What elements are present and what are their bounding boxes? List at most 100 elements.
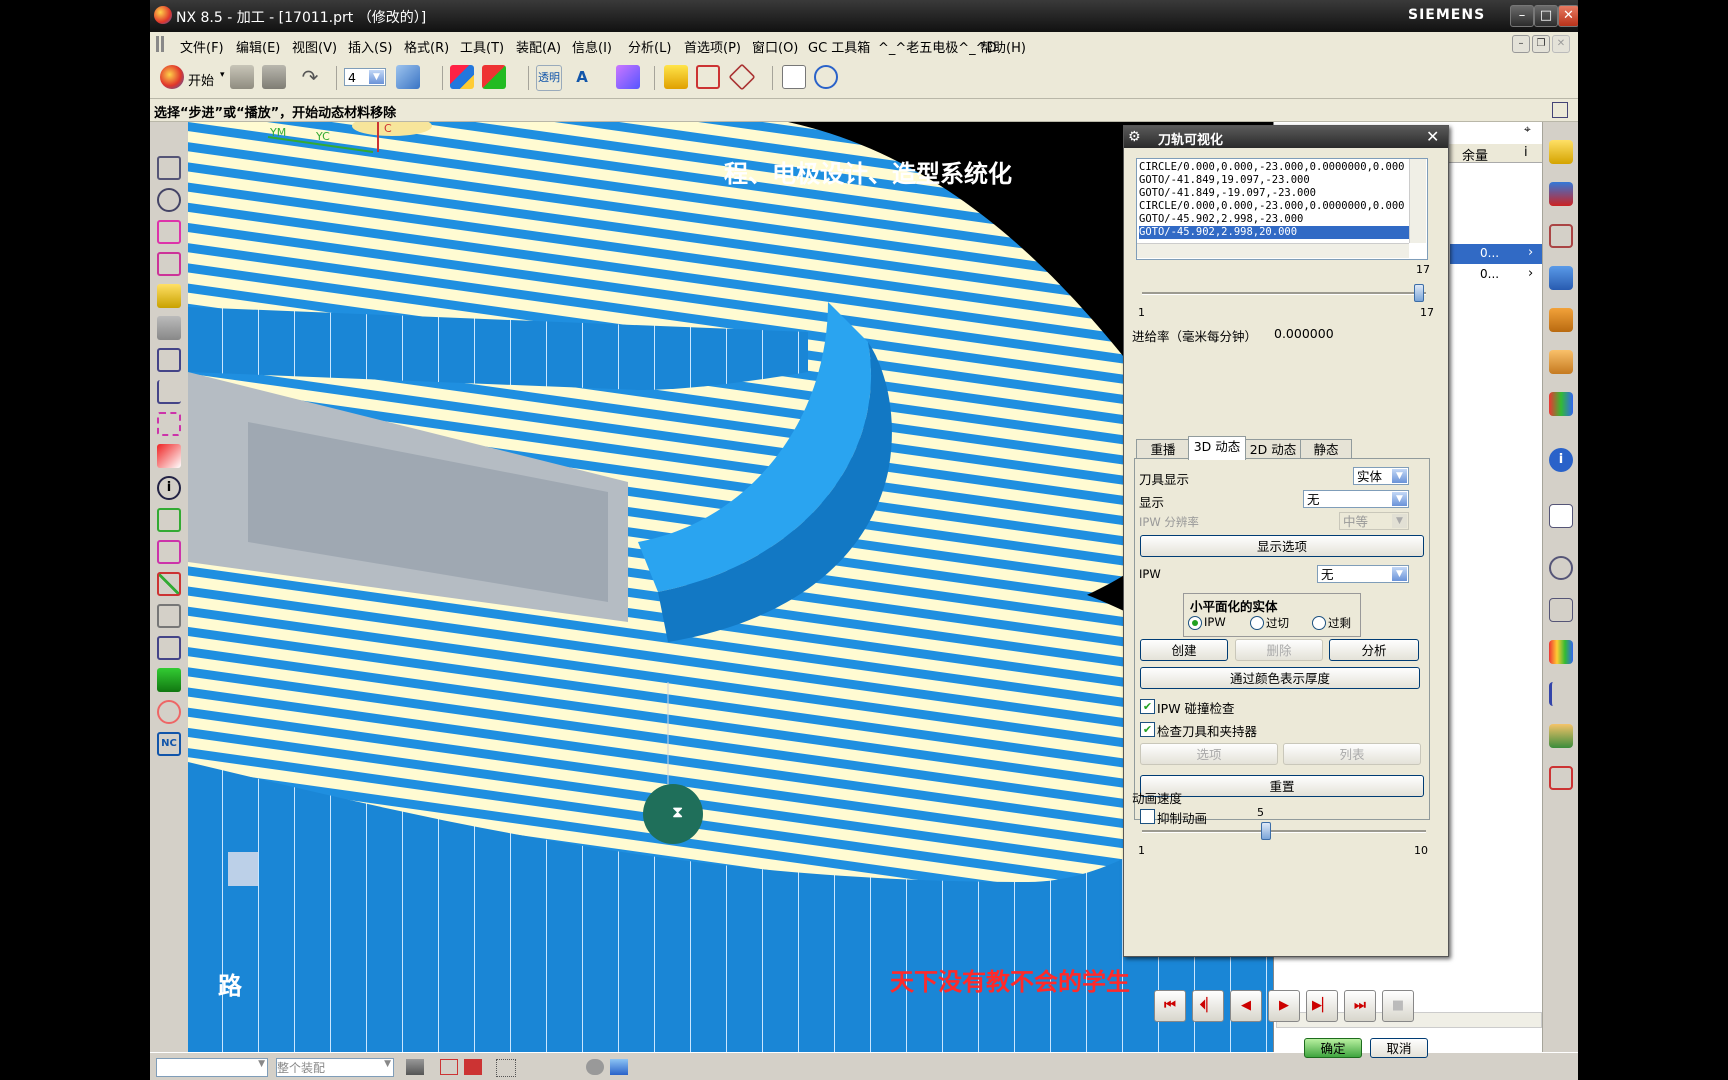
roles-icon[interactable]: [1549, 724, 1573, 748]
color-icon[interactable]: [450, 65, 474, 89]
snap-point-icon[interactable]: [464, 1059, 482, 1075]
save-icon[interactable]: [262, 65, 286, 89]
display-options-button[interactable]: 显示选项: [1140, 535, 1424, 557]
radio-excess[interactable]: [1312, 616, 1326, 630]
print-icon[interactable]: [1549, 766, 1573, 790]
text-annotation-icon[interactable]: A: [570, 65, 594, 89]
info-icon[interactable]: i: [157, 476, 181, 500]
cube-icon[interactable]: [610, 1059, 628, 1075]
cycle-icon[interactable]: [157, 700, 181, 724]
step-slider-thumb[interactable]: [1414, 284, 1424, 302]
transparent-icon[interactable]: 透明: [536, 65, 562, 91]
create-method-icon[interactable]: [157, 252, 181, 276]
history-icon[interactable]: [1549, 556, 1573, 580]
ipw-collision-checkbox[interactable]: ✔: [1140, 699, 1155, 714]
navigator-row[interactable]: 0... ›: [1450, 265, 1542, 285]
menu-analysis[interactable]: 分析(L): [628, 37, 671, 56]
section-icon[interactable]: [728, 63, 756, 91]
start-label[interactable]: 开始: [188, 70, 214, 89]
menu-insert[interactable]: 插入(S): [348, 37, 392, 56]
reset-button[interactable]: 重置: [1140, 775, 1424, 797]
step-back-operation-button[interactable]: ⏴▏: [1192, 990, 1224, 1022]
create-program-icon[interactable]: [157, 156, 181, 180]
tool-nav-icon[interactable]: [1549, 682, 1573, 706]
maximize-button[interactable]: □: [1534, 5, 1558, 27]
menu-edit[interactable]: 编辑(E): [236, 37, 280, 56]
nc-icon[interactable]: NC: [157, 732, 181, 756]
ipw-select[interactable]: 无 ▼: [1317, 565, 1409, 583]
check-holder-checkbox[interactable]: ✔: [1140, 722, 1155, 737]
verify-toolpath-icon[interactable]: [157, 412, 181, 436]
document-icon[interactable]: [1549, 504, 1573, 528]
postprocess-icon[interactable]: [157, 508, 181, 532]
menu-window[interactable]: 窗口(O): [752, 37, 798, 56]
edit-object-display-icon[interactable]: [482, 65, 506, 89]
tab-2d-dynamic[interactable]: 2D 动态: [1244, 439, 1302, 460]
ipw-resolution-select[interactable]: 中等 ▼: [1339, 512, 1409, 530]
tab-replay[interactable]: 重播: [1136, 439, 1190, 460]
play-button[interactable]: ▶: [1268, 990, 1300, 1022]
thickness-color-button[interactable]: 通过颜色表示厚度: [1140, 667, 1420, 689]
start-dropdown-icon[interactable]: ▾: [220, 70, 225, 80]
tab-static[interactable]: 静态: [1300, 439, 1352, 460]
layers-icon[interactable]: [157, 348, 181, 372]
step-slider-track[interactable]: [1142, 292, 1426, 295]
play-reverse-button[interactable]: ◀: [1230, 990, 1262, 1022]
point-icon[interactable]: [440, 1059, 458, 1075]
tool-display-select[interactable]: 实体 ▼: [1353, 467, 1409, 485]
generate-toolpath-icon[interactable]: [157, 316, 181, 340]
create-button[interactable]: 创建: [1140, 639, 1228, 661]
reuse-library-icon[interactable]: [1549, 308, 1573, 332]
gear-icon[interactable]: ⚙: [1128, 129, 1141, 145]
anim-slider-track[interactable]: [1142, 830, 1426, 833]
radio-overcut[interactable]: [1250, 616, 1264, 630]
operation-nav-icon[interactable]: [1549, 266, 1573, 290]
dialog-close-icon[interactable]: ✕: [1426, 127, 1439, 146]
menu-tools[interactable]: 工具(T): [460, 37, 504, 56]
create-operation-icon[interactable]: [157, 284, 181, 308]
brush-icon[interactable]: [664, 65, 688, 89]
tab-3d-dynamic[interactable]: 3D 动态: [1188, 436, 1246, 460]
shaded-icon[interactable]: [586, 1059, 604, 1075]
radio-ipw[interactable]: [1188, 616, 1202, 630]
constraint-nav-icon[interactable]: [1549, 182, 1573, 206]
menu-gc-toolbox[interactable]: GC 工具箱: [808, 37, 870, 56]
listing-vscroll[interactable]: [1409, 159, 1426, 243]
close-button[interactable]: ✕: [1558, 5, 1578, 27]
shade-icon[interactable]: [616, 65, 640, 89]
anim-slider-thumb[interactable]: [1260, 822, 1271, 840]
stop-button[interactable]: ■: [1382, 990, 1414, 1022]
assembly-scope-combo[interactable]: 整个装配 ▼: [276, 1058, 394, 1077]
snap-icon[interactable]: [406, 1059, 424, 1075]
cancel-button[interactable]: 取消: [1370, 1038, 1428, 1058]
list-item[interactable]: CIRCLE/0.000,0.000,-23.000,0.0000000,0.0…: [1139, 161, 1405, 174]
list-item[interactable]: GOTO/-45.902,2.998,-23.000: [1139, 213, 1303, 226]
menu-file[interactable]: 文件(F): [180, 37, 224, 56]
display-select[interactable]: 无 ▼: [1303, 490, 1409, 508]
menu-preferences[interactable]: 首选项(P): [684, 37, 741, 56]
shop-doc-icon[interactable]: [157, 540, 181, 564]
machine-nav-icon[interactable]: [1549, 350, 1573, 374]
menu-view[interactable]: 视图(V): [292, 37, 337, 56]
delete-button[interactable]: 删除: [1235, 639, 1323, 661]
plane-icon[interactable]: [157, 604, 181, 628]
create-tool-icon[interactable]: [157, 188, 181, 212]
options-button[interactable]: 选项: [1140, 743, 1278, 765]
clipboard-icon[interactable]: [782, 65, 806, 89]
wcs-icon[interactable]: [157, 380, 181, 404]
view-icon[interactable]: [157, 636, 181, 660]
list-item-selected[interactable]: GOTO/-45.902,2.998,20.000: [1139, 226, 1409, 239]
analyze-button[interactable]: 分析: [1329, 639, 1419, 661]
rewind-to-start-button[interactable]: ⏮: [1154, 990, 1186, 1022]
part-nav-icon[interactable]: [1549, 224, 1573, 248]
open-icon[interactable]: [230, 65, 254, 89]
menu-format[interactable]: 格式(R): [404, 37, 449, 56]
list-item[interactable]: CIRCLE/0.000,0.000,-23.000,0.0000000,0.0…: [1139, 200, 1405, 213]
list-icon[interactable]: [1549, 598, 1573, 622]
simulate-icon[interactable]: [157, 444, 181, 468]
listing-hscroll[interactable]: [1137, 243, 1409, 258]
ok-button[interactable]: 确定: [1304, 1038, 1362, 1058]
doc-minimize-button[interactable]: –: [1512, 35, 1530, 53]
list-item[interactable]: GOTO/-41.849,-19.097,-23.000: [1139, 187, 1316, 200]
minimize-button[interactable]: –: [1510, 5, 1534, 27]
